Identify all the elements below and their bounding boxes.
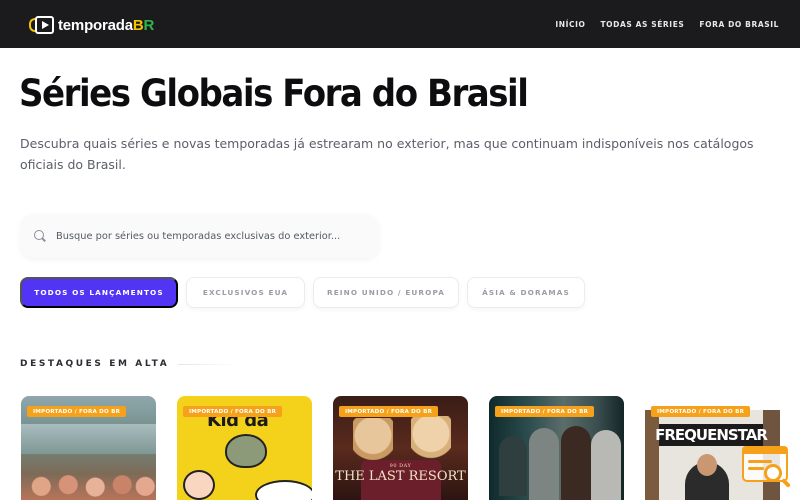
filter-exclusivos-eua[interactable]: EXCLUSIVOS EUA (186, 277, 305, 308)
top-navigation-bar: temporada BR INÍCIO TODAS AS SÉRIES FORA… (0, 0, 800, 48)
poster-art (561, 426, 591, 500)
logo-accent: BR (133, 17, 154, 34)
poster-title: THE LAST RESORT (335, 469, 466, 484)
nav-link-inicio[interactable]: INÍCIO (555, 20, 585, 29)
page-subtitle: Descubra quais séries e novas temporadas… (20, 136, 754, 172)
import-badge: IMPORTADO / FORA DO BR (183, 406, 283, 417)
import-badge: IMPORTADO / FORA DO BR (27, 406, 127, 417)
section-divider (178, 364, 238, 365)
poster-art (21, 424, 156, 454)
logo-text: temporada (58, 16, 133, 34)
search-box (20, 214, 379, 258)
poster-art (529, 428, 559, 500)
import-badge: IMPORTADO / FORA DO BR (651, 406, 751, 417)
logo-accent-b: B (132, 16, 144, 34)
poster-title: FREQUENSTAR (655, 424, 768, 446)
main-nav: INÍCIO TODAS AS SÉRIES FORA DO BRASIL (555, 20, 779, 29)
poster-art (225, 434, 267, 468)
poster-art (21, 466, 156, 500)
filter-todos-os-lancamentos[interactable]: TODOS OS LANÇAMENTOS (20, 277, 178, 308)
poster-art (591, 430, 621, 500)
search-input[interactable] (56, 230, 356, 242)
import-badge: IMPORTADO / FORA DO BR (495, 406, 595, 417)
poster-art (411, 416, 451, 466)
section-title: DESTAQUES EM ALTA (20, 359, 170, 369)
poster-art (697, 454, 717, 476)
series-card[interactable]: IMPORTADO / FORA DO BR (489, 396, 624, 500)
filter-asia-doramas[interactable]: ÁSIA & DORAMAS (467, 277, 585, 308)
filter-reino-unido-europa[interactable]: REINO UNIDO / EUROPA (313, 277, 459, 308)
series-card[interactable]: IMPORTADO / FORA DO BR (21, 396, 156, 500)
search-icon (34, 230, 46, 242)
play-logo-icon (29, 15, 55, 35)
search-widget-icon[interactable] (740, 446, 792, 490)
site-logo[interactable]: temporada BR (29, 14, 154, 36)
page-title: Séries Globais Fora do Brasil (19, 72, 529, 115)
nav-link-fora-do-brasil[interactable]: FORA DO BRASIL (699, 20, 779, 29)
series-card[interactable]: IMPORTADO / FORA DO BR 90 DAY THE LAST R… (333, 396, 468, 500)
filter-pills: TODOS OS LANÇAMENTOS EXCLUSIVOS EUA REIN… (20, 277, 585, 308)
poster-art (499, 436, 527, 496)
import-badge: IMPORTADO / FORA DO BR (339, 406, 439, 417)
nav-link-todas-as-series[interactable]: TODAS AS SÉRIES (600, 20, 684, 29)
poster-art (255, 480, 312, 500)
poster-art (183, 470, 215, 500)
logo-accent-r: R (143, 16, 155, 34)
series-card[interactable]: IMPORTADO / FORA DO BR Kid da (177, 396, 312, 500)
